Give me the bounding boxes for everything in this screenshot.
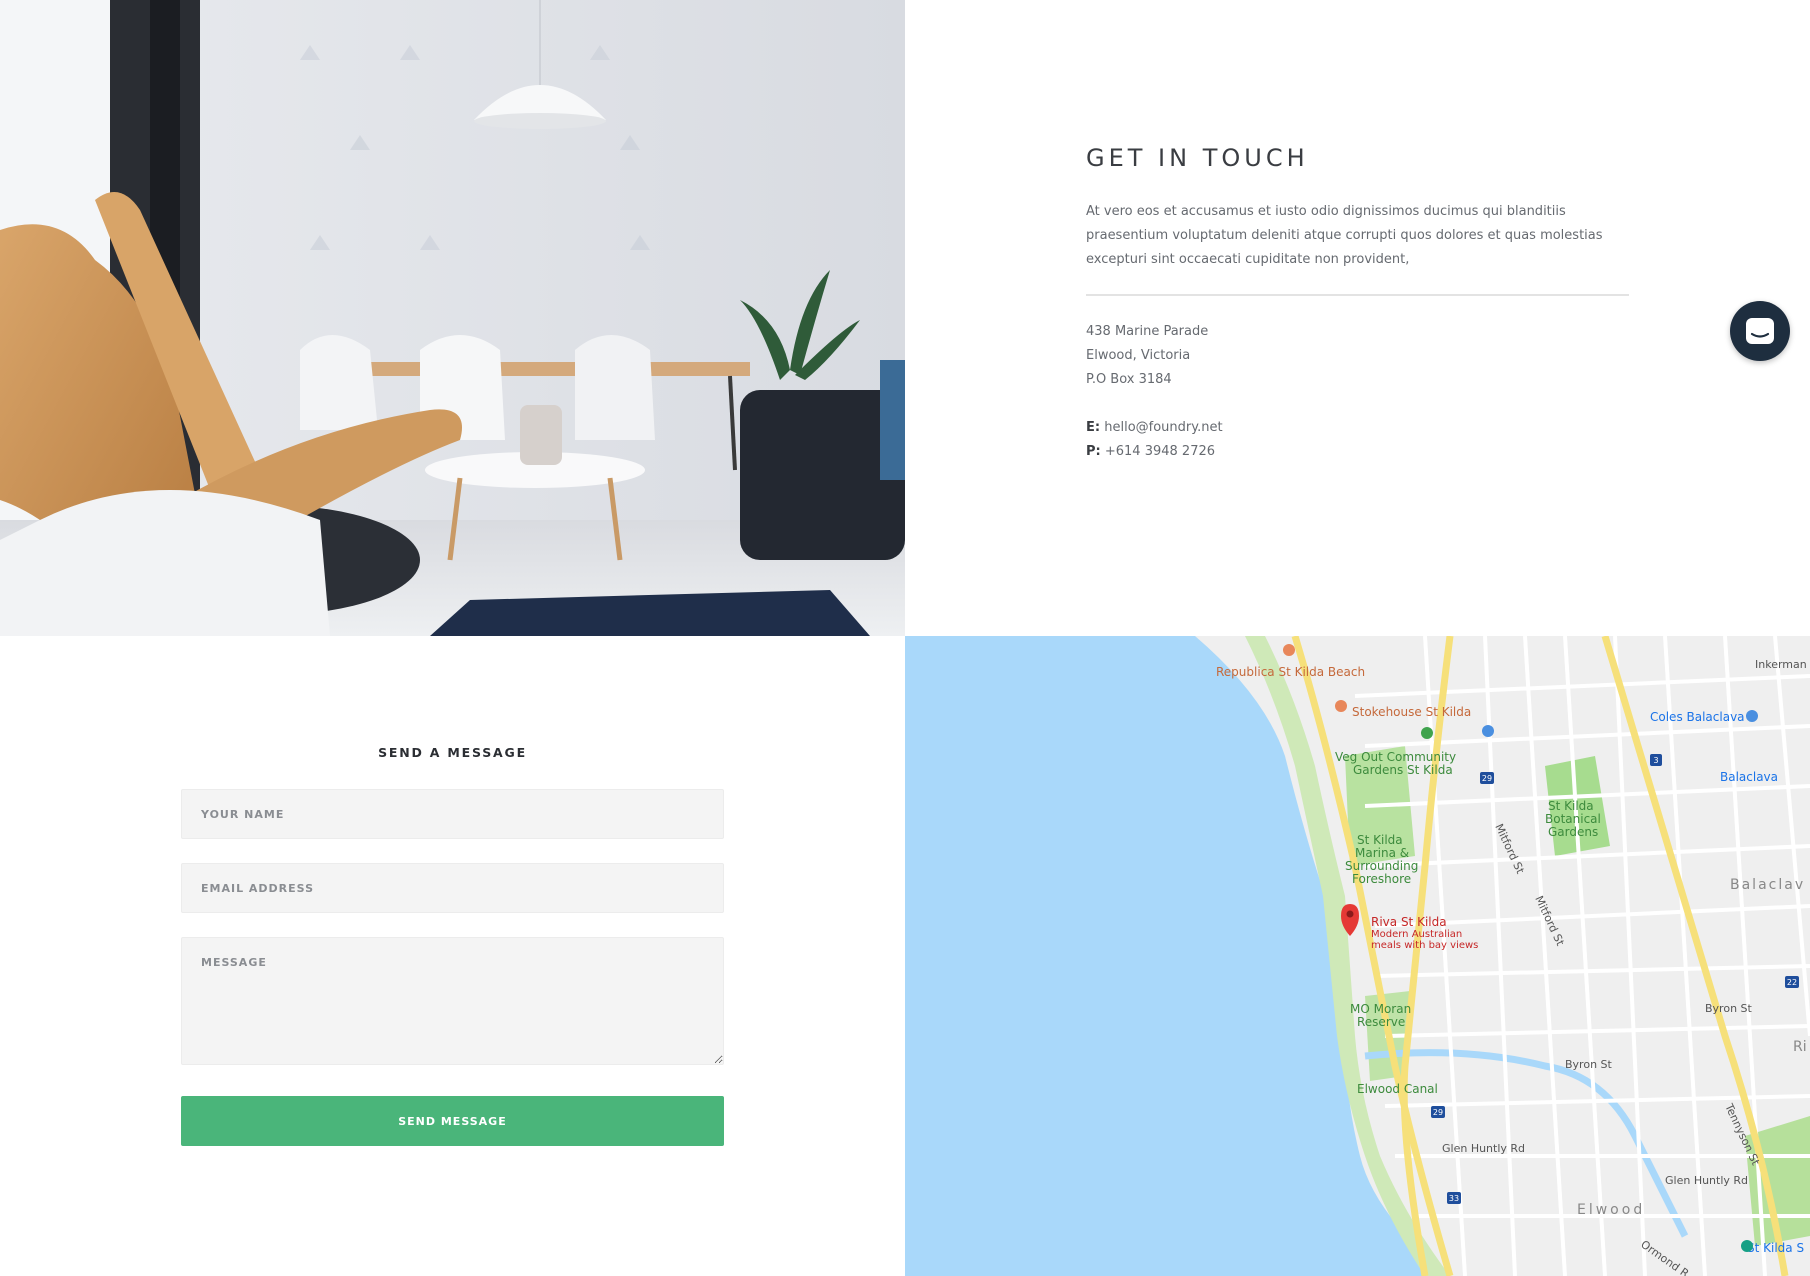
route-label: 3 xyxy=(1653,756,1658,765)
map-label: Byron St xyxy=(1565,1058,1613,1071)
contact-info-panel: GET IN TOUCH At vero eos et accusamus et… xyxy=(905,0,1810,636)
map-label: Gardens xyxy=(1548,825,1598,839)
map-label: Ri xyxy=(1793,1039,1807,1055)
address-line: Elwood, Victoria xyxy=(1086,348,1191,363)
route-label: 29 xyxy=(1433,1108,1443,1117)
phone-link[interactable]: +614 3948 2726 xyxy=(1105,444,1215,459)
map-label: St Kilda xyxy=(1548,799,1594,813)
map-label: Byron St xyxy=(1705,1002,1753,1015)
map-label: Inkerman xyxy=(1755,658,1807,671)
name-input[interactable] xyxy=(181,789,724,839)
contact-page: GET IN TOUCH At vero eos et accusamus et… xyxy=(0,0,1810,1276)
interior-photo xyxy=(0,0,905,636)
address-line: 438 Marine Parade xyxy=(1086,324,1209,339)
divider xyxy=(1086,294,1629,296)
location-map[interactable]: Republica St Kilda Beach Stokehouse St K… xyxy=(905,636,1810,1276)
email-input[interactable] xyxy=(181,863,724,913)
map-label: Glen Huntly Rd xyxy=(1442,1142,1525,1155)
map-label: MO Moran xyxy=(1350,1002,1411,1016)
email-row: E: hello@foundry.net xyxy=(1086,416,1223,440)
map-label: Elwood xyxy=(1577,1202,1645,1218)
form-title: SEND A MESSAGE xyxy=(378,745,527,760)
map-label: Gardens St Kilda xyxy=(1353,763,1453,777)
map-label: Modern Australian xyxy=(1371,929,1462,940)
map-label: Coles Balaclava xyxy=(1650,710,1745,724)
map-label: Balaclav xyxy=(1730,877,1805,893)
map-label: meals with bay views xyxy=(1371,940,1478,951)
message-textarea[interactable] xyxy=(181,937,724,1065)
email-label: E: xyxy=(1086,420,1101,435)
email-link[interactable]: hello@foundry.net xyxy=(1104,420,1222,435)
phone-label: P: xyxy=(1086,444,1101,459)
message-form: SEND A MESSAGE SEND MESSAGE xyxy=(0,636,905,1276)
map-label: Veg Out Community xyxy=(1335,750,1456,764)
map-label: Foreshore xyxy=(1352,872,1411,886)
map-label: Stokehouse St Kilda xyxy=(1352,705,1471,719)
contact-details: E: hello@foundry.net P: +614 3948 2726 xyxy=(1086,416,1223,464)
map-label: Surrounding xyxy=(1345,859,1418,873)
map-label: Marina & xyxy=(1355,846,1409,860)
phone-row: P: +614 3948 2726 xyxy=(1086,440,1223,464)
send-message-button[interactable]: SEND MESSAGE xyxy=(181,1096,724,1146)
chat-icon xyxy=(1746,318,1774,344)
map-label: St Kilda xyxy=(1357,833,1403,847)
map-label: Republica St Kilda Beach xyxy=(1216,665,1365,679)
route-label: 22 xyxy=(1787,978,1797,987)
map-label: Reserve xyxy=(1357,1015,1405,1029)
map-label: Botanical xyxy=(1545,812,1601,826)
address-line: P.O Box 3184 xyxy=(1086,372,1172,387)
map-label: Elwood Canal xyxy=(1357,1082,1438,1096)
chat-launcher-button[interactable] xyxy=(1730,301,1790,361)
postal-address: 438 Marine Parade Elwood, Victoria P.O B… xyxy=(1086,320,1208,392)
map-label: Balaclava xyxy=(1720,770,1778,784)
map-label: Riva St Kilda xyxy=(1371,915,1447,929)
contact-intro-text: At vero eos et accusamus et iusto odio d… xyxy=(1086,204,1603,267)
route-label: 29 xyxy=(1482,774,1492,783)
page-title: GET IN TOUCH xyxy=(1086,144,1309,172)
map-label: St Kilda S xyxy=(1747,1241,1804,1255)
map-label: Glen Huntly Rd xyxy=(1665,1174,1748,1187)
route-label: 33 xyxy=(1449,1194,1459,1203)
